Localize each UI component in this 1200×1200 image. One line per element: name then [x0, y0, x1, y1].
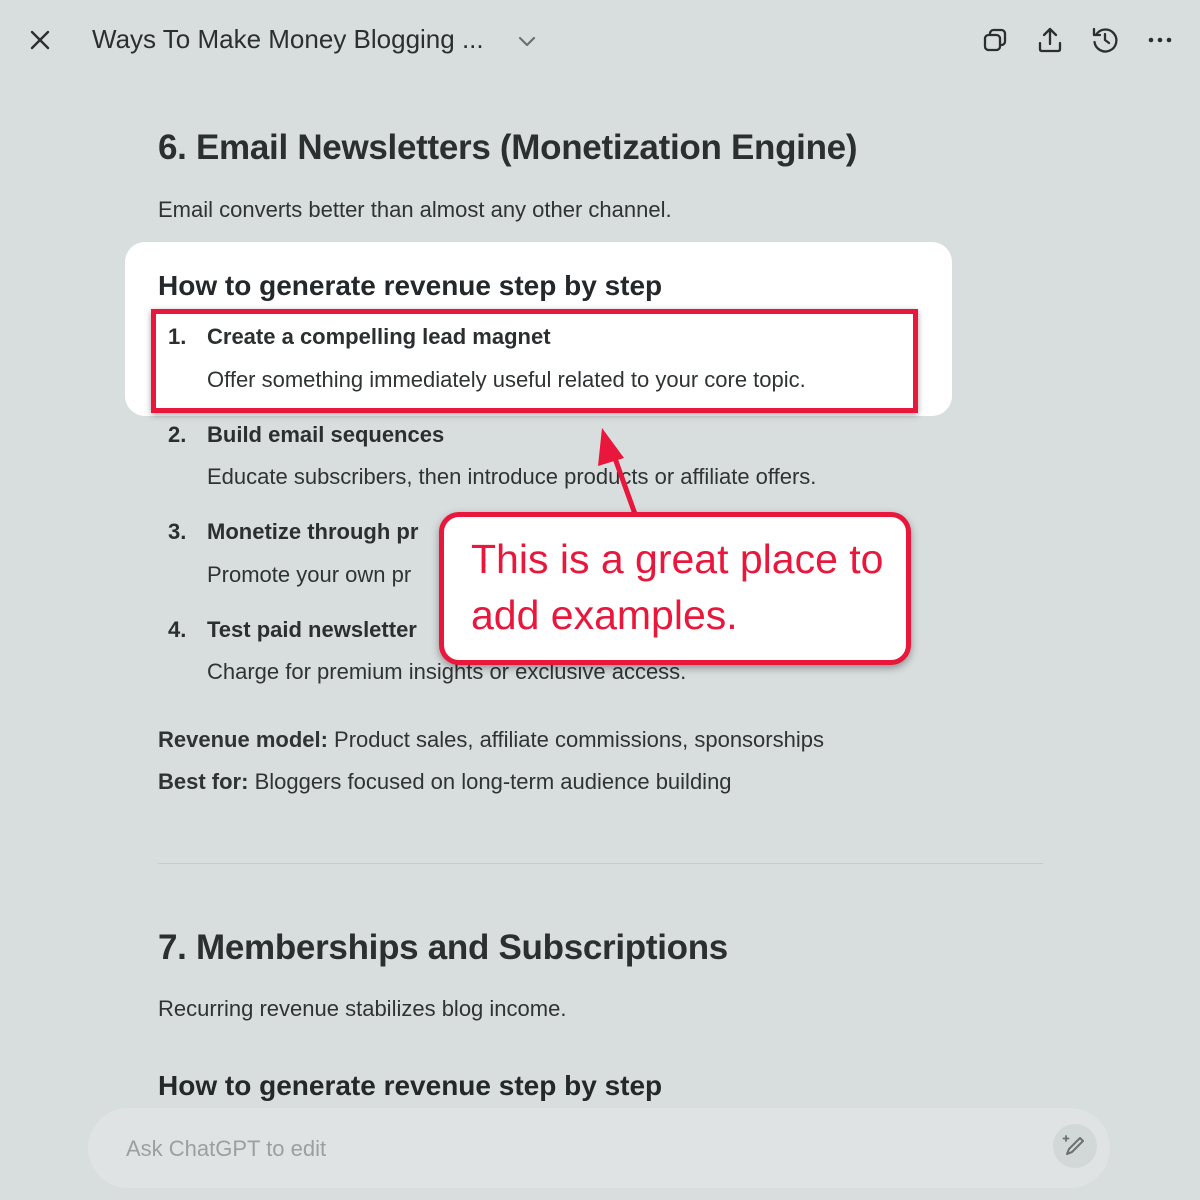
step-number: 3. — [168, 519, 187, 544]
top-bar: Ways To Make Money Blogging ... — [0, 0, 1200, 80]
step-description: Promote your own pr — [207, 562, 412, 587]
best-for-line: Best for: Bloggers focused on long-term … — [158, 769, 732, 795]
revenue-model-line: Revenue model: Product sales, affiliate … — [158, 727, 824, 753]
step-number: 4. — [168, 617, 187, 642]
best-for-label: Best for: — [158, 769, 249, 794]
close-button[interactable] — [22, 22, 58, 58]
section-6-subheading: How to generate revenue step by step — [158, 270, 663, 301]
magic-pencil-icon — [1062, 1135, 1084, 1155]
more-icon — [1148, 37, 1172, 43]
section-6-intro: Email converts better than almost any ot… — [158, 197, 672, 222]
copy-icon — [983, 28, 1007, 52]
more-options-button[interactable] — [1142, 22, 1178, 58]
history-icon — [1092, 27, 1118, 53]
section-7-heading: 7. Memberships and Subscriptions — [158, 928, 728, 967]
step-description: Educate subscribers, then introduce prod… — [207, 464, 817, 489]
ask-chatgpt-input[interactable] — [124, 1130, 1028, 1168]
share-button[interactable] — [1032, 22, 1068, 58]
copy-button[interactable] — [977, 22, 1013, 58]
title-dropdown-button[interactable] — [514, 28, 540, 54]
callout-text: This is a great place to add examples. — [471, 536, 884, 638]
annotation-highlight-box — [151, 309, 918, 413]
share-icon — [1038, 27, 1062, 53]
chevron-down-icon — [518, 36, 536, 47]
suggest-edits-button[interactable] — [1053, 1124, 1097, 1168]
document-title[interactable]: Ways To Make Money Blogging ... — [92, 24, 484, 55]
section-6-heading: 6. Email Newsletters (Monetization Engin… — [158, 128, 858, 167]
step-title: Monetize through pr — [207, 519, 419, 544]
section-7-intro: Recurring revenue stabilizes blog income… — [158, 996, 567, 1021]
best-for-value: Bloggers focused on long-term audience b… — [248, 769, 732, 794]
step-number: 2. — [168, 422, 187, 447]
edit-prompt-bar — [88, 1108, 1110, 1188]
section-7-subheading: How to generate revenue step by step — [158, 1070, 663, 1101]
close-icon — [30, 30, 50, 50]
history-button[interactable] — [1087, 22, 1123, 58]
step-title: Build email sequences — [207, 422, 445, 447]
section-divider — [158, 863, 1043, 864]
annotation-callout: This is a great place to add examples. — [439, 512, 911, 665]
revenue-model-label: Revenue model: — [158, 727, 328, 752]
revenue-model-value: Product sales, affiliate commissions, sp… — [327, 727, 824, 752]
step-title: Test paid newsletter — [207, 617, 417, 642]
